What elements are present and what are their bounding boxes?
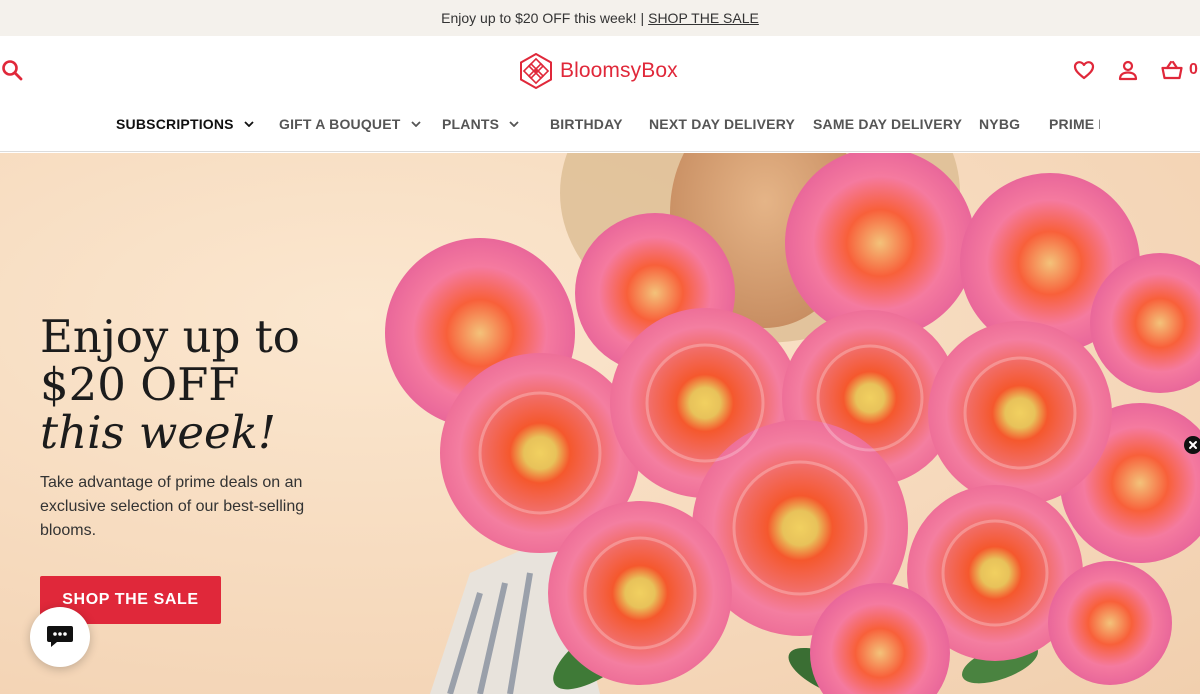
chat-button[interactable] (30, 607, 90, 667)
nav-item-same-day-delivery[interactable]: SAME DAY DELIVERY (813, 104, 962, 144)
promo-shop-link[interactable]: SHOP THE SALE (648, 10, 759, 26)
search-button[interactable] (0, 58, 26, 84)
basket-icon (1161, 60, 1183, 80)
nav-overflow-mask (1100, 104, 1200, 151)
nav-item-label: NYBG (979, 116, 1021, 132)
nav-item-nybg[interactable]: NYBG (979, 104, 1020, 144)
nav-item-label: PLANTS (442, 116, 500, 132)
hero-title: Enjoy up to $20 OFF this week! (40, 313, 340, 457)
promo-bar: Enjoy up to $20 OFF this week! | SHOP TH… (0, 0, 1200, 36)
logo-mark-icon (520, 53, 552, 89)
user-icon (1118, 60, 1138, 81)
nav-item-label: GIFT A BOUQUET (279, 116, 401, 132)
nav-item-plants[interactable]: PLANTS (442, 104, 519, 144)
hero-title-line-1: Enjoy up to (40, 310, 300, 363)
search-icon (2, 60, 23, 81)
close-popup-button[interactable] (1184, 436, 1200, 454)
nav-item-gift-a-bouquet[interactable]: GIFT A BOUQUET (279, 104, 421, 144)
chevron-down-icon (509, 121, 519, 127)
hero-banner: Enjoy up to $20 OFF this week! Take adva… (0, 153, 1200, 694)
heart-icon (1073, 61, 1095, 80)
nav-item-label: BIRTHDAY (550, 116, 623, 132)
brand-logo[interactable]: BloomsyBox (518, 52, 678, 90)
nav-item-birthday[interactable]: BIRTHDAY (550, 104, 623, 144)
wishlist-button[interactable] (1072, 58, 1096, 82)
nav-item-label: SAME DAY DELIVERY (813, 116, 963, 132)
nav-item-label: SUBSCRIPTIONS (116, 116, 234, 132)
hero-copy: Enjoy up to $20 OFF this week! Take adva… (40, 313, 340, 543)
hero-title-line-2: $20 OFF (40, 358, 240, 411)
cart-count: 0 (1189, 61, 1198, 78)
nav-item-next-day-delivery[interactable]: NEXT DAY DELIVERY (649, 104, 795, 144)
chevron-down-icon (410, 121, 421, 127)
chevron-down-icon (244, 121, 254, 127)
site-header: BloomsyBox 0 (0, 36, 1200, 104)
main-nav: SUBSCRIPTIONS GIFT A BOUQUET PLANTS BIRT… (0, 104, 1200, 152)
promo-separator: | (640, 10, 645, 26)
hero-subtitle: Take advantage of prime deals on an excl… (40, 474, 305, 539)
hero-title-line-3: this week! (40, 406, 276, 459)
close-icon (1189, 441, 1197, 449)
nav-item-subscriptions[interactable]: SUBSCRIPTIONS (116, 104, 254, 144)
cart-button[interactable] (1160, 58, 1184, 82)
promo-text: Enjoy up to $20 OFF this week! (441, 10, 637, 26)
chat-bubble-icon (47, 626, 73, 647)
nav-item-label: NEXT DAY DELIVERY (649, 116, 796, 132)
logo-text: BloomsyBox (560, 59, 678, 82)
account-button[interactable] (1116, 58, 1140, 82)
